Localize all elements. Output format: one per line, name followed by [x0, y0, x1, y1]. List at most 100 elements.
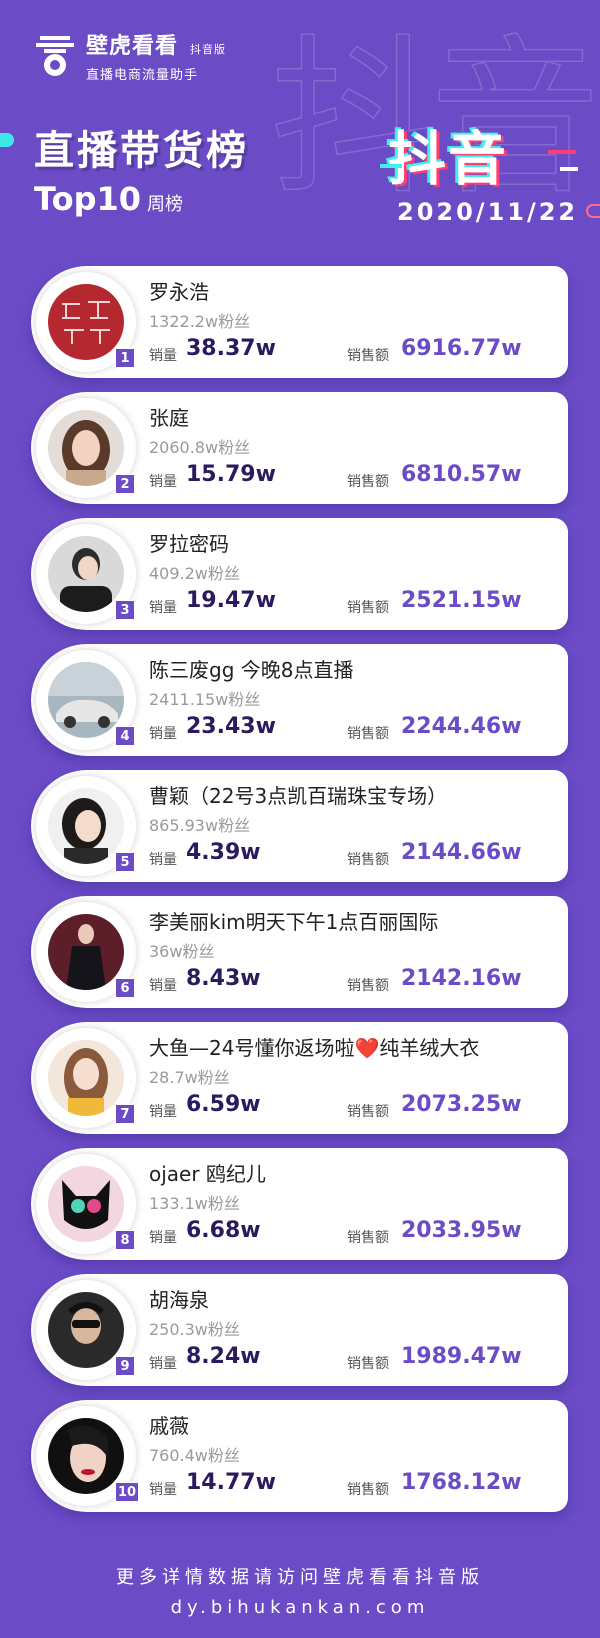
fan-count: 760.4w粉丝 — [149, 1446, 240, 1465]
streamer-name: 曹颖（22号3点凯百瑞珠宝专场） — [149, 784, 448, 808]
footer-cta: 更多详情数据请访问壁虎看看抖音版 — [116, 1567, 484, 1588]
amount-value: 2142.16w — [401, 966, 522, 991]
amount-value: 2521.15w — [401, 588, 522, 613]
header: 抖音 壁虎看看 抖音版 直播电商流量助手 直播带货榜 Top10 周榜 抖音 2… — [0, 0, 600, 250]
fan-count: 2411.15w粉丝 — [149, 690, 261, 709]
logo: 壁虎看看 抖音版 直播电商流量助手 — [34, 28, 226, 83]
streamer-name: 李美丽kim明天下午1点百丽国际 — [149, 910, 439, 934]
avatar-frame: 2 — [36, 398, 136, 498]
avatar-frame: 3 — [36, 524, 136, 624]
sales-label: 销量 — [149, 600, 177, 616]
rank-badge: 4 — [115, 726, 135, 746]
page-title: 直播带货榜 — [34, 128, 249, 174]
amount-value: 2144.66w — [401, 840, 522, 865]
streamer-name: 陈三废gg 今晚8点直播 — [149, 658, 354, 682]
rank-badge: 8 — [115, 1230, 135, 1250]
streamer-name: 胡海泉 — [149, 1288, 209, 1312]
avatar — [48, 284, 124, 360]
ranking-date: 2020/11/22 — [397, 198, 579, 226]
avatar — [48, 1040, 124, 1116]
rank-badge: 1 — [115, 348, 135, 368]
amount-label: 销售额 — [347, 600, 389, 616]
streamer-name: ojaer 鸥纪儿 — [149, 1162, 266, 1186]
title-subline: Top10 周榜 — [34, 180, 183, 218]
sales-label: 销量 — [149, 978, 177, 994]
sales-value: 6.68w — [186, 1218, 261, 1243]
rank-badge: 9 — [115, 1356, 135, 1376]
avatar-frame: 8 — [36, 1154, 136, 1254]
glitch-bar — [560, 167, 578, 171]
amount-label: 销售额 — [347, 726, 389, 742]
footer-url[interactable]: dy.bihukankan.com — [0, 1597, 600, 1618]
avatar — [48, 1166, 124, 1242]
ranking-card[interactable]: 9 胡海泉 250.3w粉丝 销量 8.24w 销售额 1989.47w — [31, 1274, 568, 1386]
ranking-card[interactable]: 2 张庭 2060.8w粉丝 销量 15.79w 销售额 6810.57w — [31, 392, 568, 504]
sales-value: 4.39w — [186, 840, 261, 865]
amount-value: 2244.46w — [401, 714, 522, 739]
sales-value: 15.79w — [186, 462, 276, 487]
amount-value: 6810.57w — [401, 462, 522, 487]
avatar — [48, 788, 124, 864]
streamer-name: 戚薇 — [149, 1414, 189, 1438]
sales-label: 销量 — [149, 726, 177, 742]
ranking-card[interactable]: 6 李美丽kim明天下午1点百丽国际 36w粉丝 销量 8.43w 销售额 21… — [31, 896, 568, 1008]
sales-label: 销量 — [149, 1356, 177, 1372]
amount-label: 销售额 — [347, 852, 389, 868]
sales-label: 销量 — [149, 1482, 177, 1498]
platform-logo-text: 抖音 — [388, 125, 509, 193]
amount-value: 1768.12w — [401, 1470, 522, 1495]
rank-badge: 5 — [115, 852, 135, 872]
brand-name: 壁虎看看 — [86, 34, 179, 59]
period-label: 周榜 — [147, 194, 183, 215]
amount-value: 6916.77w — [401, 336, 522, 361]
streamer-name: 大鱼—24号懂你返场啦❤️纯羊绒大衣 — [149, 1036, 480, 1060]
sales-value: 38.37w — [186, 336, 276, 361]
glitch-bar — [380, 164, 402, 168]
logo-icon — [34, 33, 76, 79]
decor-pill-pink — [586, 204, 600, 218]
avatar-frame: 6 — [36, 902, 136, 1002]
avatar-frame: 10 — [36, 1406, 140, 1506]
avatar-frame: 9 — [36, 1280, 136, 1380]
amount-label: 销售额 — [347, 1230, 389, 1246]
avatar — [48, 1418, 124, 1494]
amount-label: 销售额 — [347, 1356, 389, 1372]
rank-badge: 6 — [115, 978, 135, 998]
ranking-card[interactable]: 8 ojaer 鸥纪儿 133.1w粉丝 销量 6.68w 销售额 2033.9… — [31, 1148, 568, 1260]
sales-value: 14.77w — [186, 1470, 276, 1495]
ranking-card[interactable]: 1 罗永浩 1322.2w粉丝 销量 38.37w 销售额 6916.77w — [31, 266, 568, 378]
fan-count: 865.93w粉丝 — [149, 816, 251, 835]
sales-label: 销量 — [149, 348, 177, 364]
ranking-card[interactable]: 7 大鱼—24号懂你返场啦❤️纯羊绒大衣 28.7w粉丝 销量 6.59w 销售… — [31, 1022, 568, 1134]
avatar-frame: 1 — [36, 272, 136, 372]
amount-label: 销售额 — [347, 348, 389, 364]
fan-count: 133.1w粉丝 — [149, 1194, 240, 1213]
streamer-name: 罗永浩 — [149, 280, 209, 304]
sales-label: 销量 — [149, 1230, 177, 1246]
decor-pill-cyan — [0, 133, 14, 147]
amount-label: 销售额 — [347, 1482, 389, 1498]
ranking-card[interactable]: 3 罗拉密码 409.2w粉丝 销量 19.47w 销售额 2521.15w — [31, 518, 568, 630]
sales-label: 销量 — [149, 852, 177, 868]
rank-badge: 2 — [115, 474, 135, 494]
avatar — [48, 1292, 124, 1368]
amount-label: 销售额 — [347, 978, 389, 994]
fan-count: 250.3w粉丝 — [149, 1320, 240, 1339]
rank-badge: 10 — [115, 1482, 140, 1502]
amount-value: 2073.25w — [401, 1092, 522, 1117]
fan-count: 28.7w粉丝 — [149, 1068, 230, 1087]
ranking-card[interactable]: 5 曹颖（22号3点凯百瑞珠宝专场） 865.93w粉丝 销量 4.39w 销售… — [31, 770, 568, 882]
rank-badge: 7 — [115, 1104, 135, 1124]
streamer-name: 罗拉密码 — [149, 532, 229, 556]
rank-badge: 3 — [115, 600, 135, 620]
fan-count: 409.2w粉丝 — [149, 564, 240, 583]
ranking-card[interactable]: 4 陈三废gg 今晚8点直播 2411.15w粉丝 销量 23.43w 销售额 … — [31, 644, 568, 756]
sales-label: 销量 — [149, 474, 177, 490]
fan-count: 1322.2w粉丝 — [149, 312, 251, 331]
avatar-frame: 5 — [36, 776, 136, 876]
fan-count: 36w粉丝 — [149, 942, 215, 961]
sales-value: 19.47w — [186, 588, 276, 613]
brand-tagline: 直播电商流量助手 — [86, 68, 199, 83]
ranking-card[interactable]: 10 戚薇 760.4w粉丝 销量 14.77w 销售额 1768.12w — [31, 1400, 568, 1512]
avatar — [48, 914, 124, 990]
